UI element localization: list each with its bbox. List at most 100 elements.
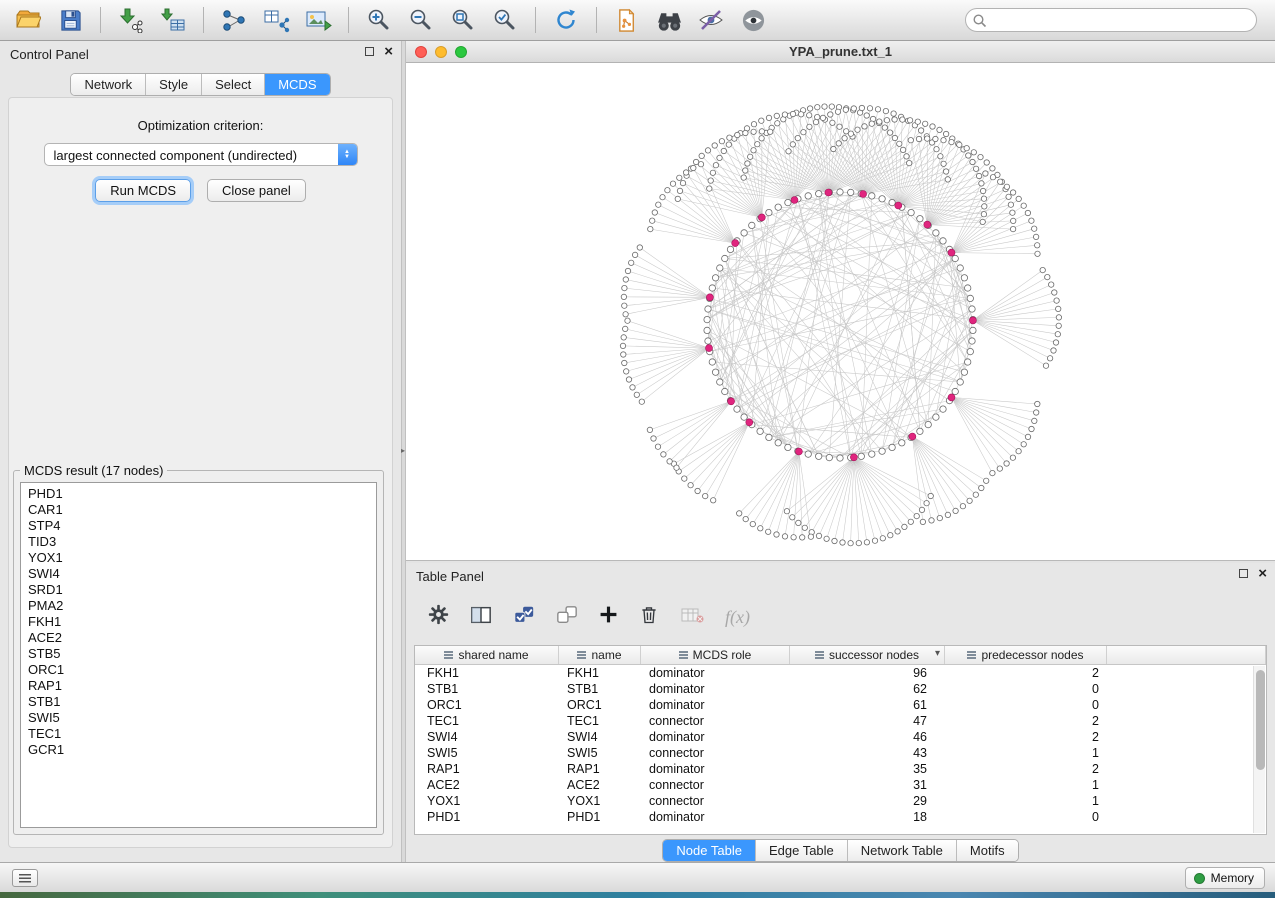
network-node[interactable] bbox=[807, 106, 812, 111]
network-node[interactable] bbox=[970, 327, 976, 333]
network-node[interactable] bbox=[741, 175, 746, 180]
table-cell-mcds-role[interactable]: connector bbox=[641, 713, 790, 729]
network-node-mcds[interactable] bbox=[758, 214, 765, 221]
network-node[interactable] bbox=[807, 124, 812, 129]
network-node[interactable] bbox=[796, 520, 801, 525]
network-node[interactable] bbox=[967, 348, 973, 354]
network-node[interactable] bbox=[759, 129, 764, 134]
network-node[interactable] bbox=[983, 171, 988, 176]
network-node[interactable] bbox=[647, 427, 652, 432]
network-node[interactable] bbox=[683, 170, 688, 175]
network-node[interactable] bbox=[667, 459, 672, 464]
network-node[interactable] bbox=[751, 148, 756, 153]
table-cell-successor-nodes[interactable]: 31 bbox=[790, 777, 945, 793]
mcds-result-item[interactable]: GCR1 bbox=[28, 742, 376, 758]
zoom-in-button[interactable] bbox=[361, 4, 397, 36]
network-node[interactable] bbox=[708, 178, 713, 183]
table-cell-mcds-role[interactable]: dominator bbox=[641, 809, 790, 825]
network-node[interactable] bbox=[889, 444, 895, 450]
table-cell-name[interactable]: ACE2 bbox=[559, 777, 641, 793]
network-node[interactable] bbox=[872, 538, 877, 543]
network-node[interactable] bbox=[888, 533, 893, 538]
network-node[interactable] bbox=[677, 175, 682, 180]
network-node[interactable] bbox=[965, 359, 971, 365]
table-cell-shared-name[interactable]: STB1 bbox=[415, 681, 559, 697]
network-node[interactable] bbox=[782, 534, 787, 539]
network-node[interactable] bbox=[940, 406, 946, 412]
network-node[interactable] bbox=[1035, 401, 1040, 406]
network-node[interactable] bbox=[869, 193, 875, 199]
table-row[interactable]: FKH1FKH1dominator962 bbox=[415, 665, 1266, 681]
network-node[interactable] bbox=[831, 146, 836, 151]
network-node[interactable] bbox=[867, 106, 872, 111]
network-node[interactable] bbox=[1004, 461, 1009, 466]
network-node-mcds[interactable] bbox=[924, 221, 931, 228]
network-node[interactable] bbox=[775, 121, 780, 126]
network-node[interactable] bbox=[712, 143, 717, 148]
network-node[interactable] bbox=[923, 121, 928, 126]
network-node-mcds[interactable] bbox=[791, 197, 798, 204]
network-node[interactable] bbox=[704, 316, 710, 322]
network-node[interactable] bbox=[768, 129, 773, 134]
network-node[interactable] bbox=[858, 453, 864, 459]
network-node[interactable] bbox=[1029, 218, 1034, 223]
network-node[interactable] bbox=[677, 188, 682, 193]
network-node[interactable] bbox=[805, 193, 811, 199]
network-node[interactable] bbox=[864, 540, 869, 545]
network-node[interactable] bbox=[973, 166, 978, 171]
tab-motifs[interactable]: Motifs bbox=[957, 840, 1018, 861]
network-node[interactable] bbox=[680, 180, 685, 185]
mcds-result-item[interactable]: SWI4 bbox=[28, 566, 376, 582]
network-node[interactable] bbox=[795, 135, 800, 140]
network-node-mcds[interactable] bbox=[860, 191, 867, 198]
network-node[interactable] bbox=[1021, 442, 1026, 447]
network-node[interactable] bbox=[1054, 298, 1059, 303]
network-node[interactable] bbox=[759, 136, 764, 141]
table-cell-mcds-role[interactable]: dominator bbox=[641, 729, 790, 745]
network-node[interactable] bbox=[637, 245, 642, 250]
network-node[interactable] bbox=[981, 212, 986, 217]
table-cell-shared-name[interactable]: TEC1 bbox=[415, 713, 559, 729]
network-node[interactable] bbox=[710, 170, 715, 175]
run-mcds-button[interactable]: Run MCDS bbox=[95, 179, 191, 202]
network-node[interactable] bbox=[675, 196, 680, 201]
network-node[interactable] bbox=[840, 540, 845, 545]
table-row[interactable]: ACE2ACE2connector311 bbox=[415, 777, 1266, 793]
network-node[interactable] bbox=[899, 440, 905, 446]
network-node-mcds[interactable] bbox=[948, 249, 955, 256]
search-input[interactable] bbox=[965, 8, 1257, 32]
network-node[interactable] bbox=[722, 388, 728, 394]
table-cell-name[interactable]: FKH1 bbox=[559, 665, 641, 681]
network-node[interactable] bbox=[622, 303, 627, 308]
tab-network-table[interactable]: Network Table bbox=[848, 840, 957, 861]
network-node[interactable] bbox=[734, 406, 740, 412]
network-node[interactable] bbox=[1040, 267, 1045, 272]
network-node[interactable] bbox=[705, 148, 710, 153]
network-node[interactable] bbox=[743, 168, 748, 173]
network-node[interactable] bbox=[953, 508, 958, 513]
network-node[interactable] bbox=[1025, 434, 1030, 439]
table-cell-predecessor-nodes[interactable]: 1 bbox=[945, 777, 1107, 793]
table-cell-successor-nodes[interactable]: 18 bbox=[790, 809, 945, 825]
network-node[interactable] bbox=[965, 285, 971, 291]
network-node[interactable] bbox=[1032, 226, 1037, 231]
network-node[interactable] bbox=[859, 105, 864, 110]
network-node[interactable] bbox=[726, 142, 731, 147]
network-node[interactable] bbox=[908, 209, 914, 215]
criterion-dropdown[interactable]: largest connected component (undirected)… bbox=[44, 143, 358, 166]
network-node[interactable] bbox=[775, 204, 781, 210]
network-node[interactable] bbox=[1008, 202, 1013, 207]
import-network-button[interactable] bbox=[113, 4, 149, 36]
network-node[interactable] bbox=[784, 509, 789, 514]
table-cell-predecessor-nodes[interactable]: 0 bbox=[945, 809, 1107, 825]
network-node[interactable] bbox=[891, 111, 896, 116]
network-node[interactable] bbox=[1016, 196, 1021, 201]
table-cell-name[interactable]: RAP1 bbox=[559, 761, 641, 777]
network-node[interactable] bbox=[620, 343, 625, 348]
network-node[interactable] bbox=[884, 118, 889, 123]
network-node[interactable] bbox=[937, 515, 942, 520]
scrollbar-thumb[interactable] bbox=[1256, 670, 1265, 770]
network-node[interactable] bbox=[816, 453, 822, 459]
network-node[interactable] bbox=[941, 138, 946, 143]
network-node-mcds[interactable] bbox=[728, 398, 735, 405]
